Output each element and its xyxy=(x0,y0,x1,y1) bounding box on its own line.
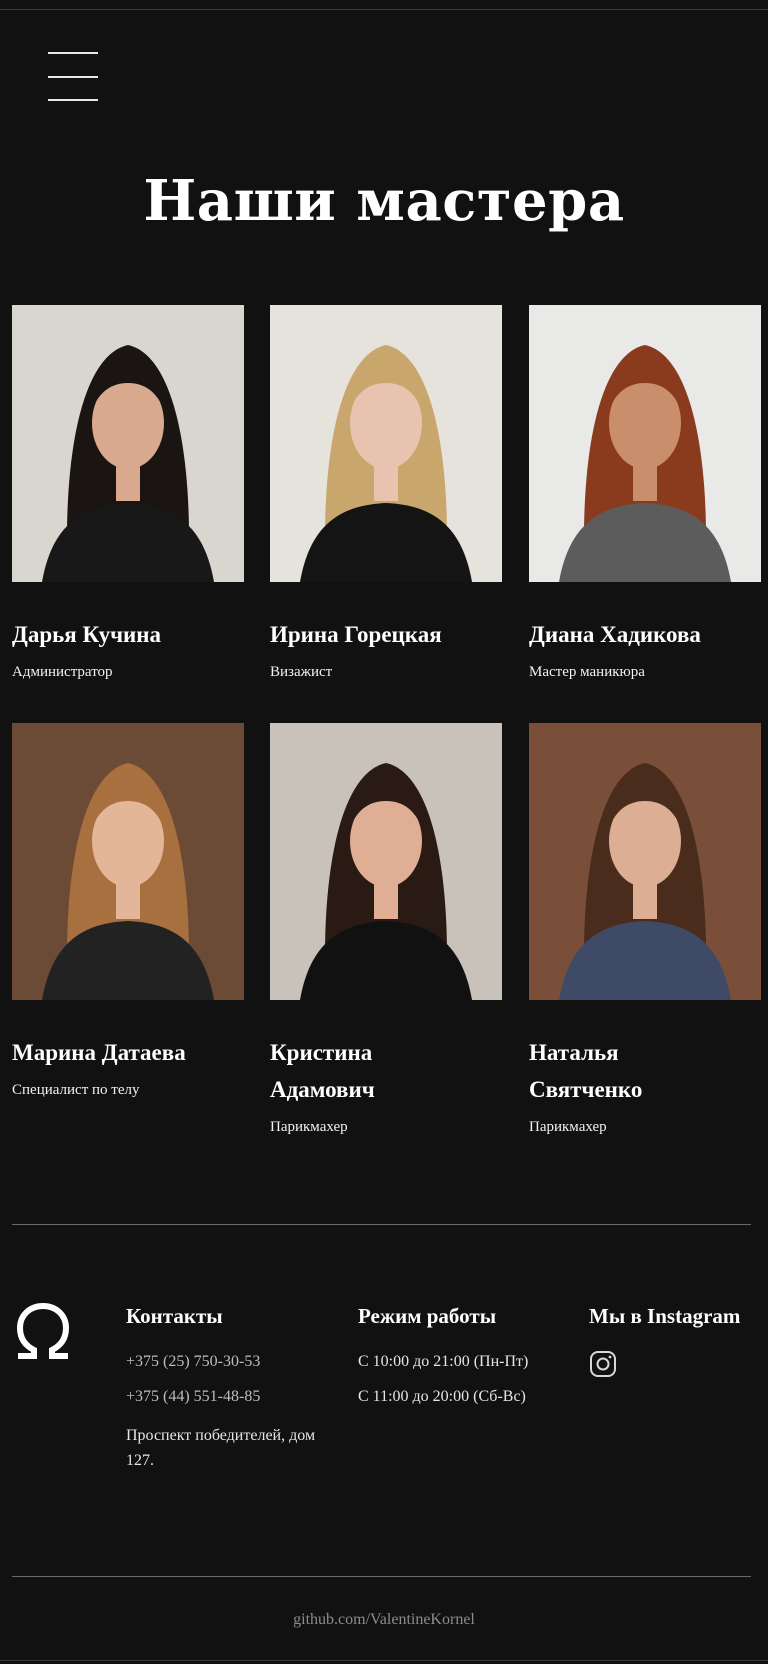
master-card: Дарья Кучина Администратор xyxy=(12,305,244,681)
portrait-image xyxy=(529,723,761,1000)
portrait-image xyxy=(529,305,761,582)
footer-divider xyxy=(12,1224,751,1225)
phone-link-2[interactable]: +375 (44) 551-48-85 xyxy=(126,1388,316,1406)
portrait-image xyxy=(12,723,244,1000)
master-role: Парикмахер xyxy=(270,1119,348,1135)
master-photo xyxy=(12,723,244,1000)
master-role: Мастер маникюра xyxy=(529,664,645,680)
hours-weekend: С 11:00 до 20:00 (Сб-Вс) xyxy=(358,1388,526,1405)
master-name: Дарья Кучина xyxy=(12,622,162,647)
master-name: Наталья Святченко xyxy=(529,1040,643,1102)
contacts-heading: Контакты xyxy=(126,1304,223,1328)
master-card: Ирина Горецкая Визажист xyxy=(270,305,502,681)
address-text: Проспект победителей, дом 127. xyxy=(126,1427,316,1469)
omega-logo-icon[interactable] xyxy=(12,1300,74,1362)
master-name: Ирина Горецкая xyxy=(270,622,442,647)
portrait-image xyxy=(12,305,244,582)
portrait-image xyxy=(270,305,502,582)
hours-weekdays: С 10:00 до 21:00 (Пн-Пт) xyxy=(358,1353,529,1370)
hours-heading: Режим работы xyxy=(358,1304,497,1328)
master-card: Кристина Адамович Парикмахер xyxy=(270,723,502,1136)
master-name: Марина Датаева xyxy=(12,1040,186,1065)
master-role: Парикмахер xyxy=(529,1119,607,1135)
master-role: Администратор xyxy=(12,664,113,680)
instagram-icon[interactable] xyxy=(589,1350,617,1378)
master-name: Диана Хадикова xyxy=(529,622,701,647)
master-photo xyxy=(270,305,502,582)
instagram-heading: Мы в Instagram xyxy=(589,1304,741,1328)
portrait-image xyxy=(270,723,502,1000)
social-column: Мы в Instagram xyxy=(589,1304,740,1383)
hours-column: Режим работы С 10:00 до 21:00 (Пн-Пт) С … xyxy=(358,1304,528,1423)
master-name: Кристина Адамович xyxy=(270,1040,375,1102)
top-border xyxy=(0,0,768,10)
master-role: Визажист xyxy=(270,664,333,680)
phone-link-1[interactable]: +375 (25) 750-30-53 xyxy=(126,1353,316,1371)
footer-bottom-divider xyxy=(12,1576,751,1577)
master-card: Марина Датаева Специалист по телу xyxy=(12,723,244,1099)
master-photo xyxy=(529,305,761,582)
master-photo xyxy=(270,723,502,1000)
github-link[interactable]: github.com/ValentineKornel xyxy=(0,1611,768,1629)
master-card: Диана Хадикова Мастер маникюра xyxy=(529,305,761,681)
master-photo xyxy=(12,305,244,582)
bottom-border xyxy=(0,1660,768,1661)
master-role: Специалист по телу xyxy=(12,1082,140,1098)
page-title: Наши мастера xyxy=(143,168,625,234)
contacts-column: Контакты +375 (25) 750-30-53 +375 (44) 5… xyxy=(126,1304,316,1473)
hamburger-menu-icon[interactable] xyxy=(48,52,98,102)
master-card: Наталья Святченко Парикмахер xyxy=(529,723,761,1136)
master-photo xyxy=(529,723,761,1000)
